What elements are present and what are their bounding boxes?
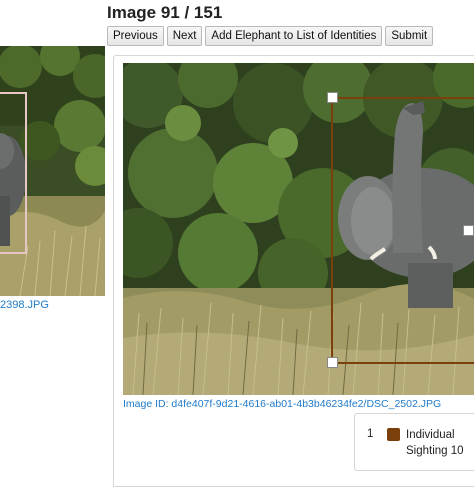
page-title: Image 91 / 151 xyxy=(107,3,223,22)
image-id-link[interactable]: Image ID: d4fe407f-9d21-4616-ab01-4b3b46… xyxy=(123,398,441,410)
bbox-handle-bottom-left[interactable] xyxy=(327,357,338,368)
next-button[interactable]: Next xyxy=(166,26,203,46)
legend-number: 1 xyxy=(367,428,374,440)
legend-label-line1: Individual xyxy=(406,429,455,441)
toolbar: Previous Next Add Elephant to List of Id… xyxy=(107,26,434,46)
bbox-handle-top-left[interactable] xyxy=(327,92,338,103)
legend-color-swatch xyxy=(387,428,400,441)
submit-button[interactable]: Submit xyxy=(385,26,434,46)
legend-label-line2: Sighting 10 xyxy=(406,445,464,457)
identity-legend: 1 Individual Sighting 10 xyxy=(354,413,474,471)
main-image-graphic xyxy=(123,63,474,395)
previous-image-id-link[interactable]: 2398.JPG xyxy=(0,299,49,311)
legend-label[interactable]: Individual Sighting 10 xyxy=(406,427,464,459)
previous-image-graphic xyxy=(0,46,105,296)
main-image[interactable] xyxy=(123,63,474,395)
add-elephant-button[interactable]: Add Elephant to List of Identities xyxy=(205,26,383,46)
bbox-handle-right[interactable] xyxy=(463,225,474,236)
previous-button[interactable]: Previous xyxy=(107,26,164,46)
previous-image-preview[interactable] xyxy=(0,46,105,296)
